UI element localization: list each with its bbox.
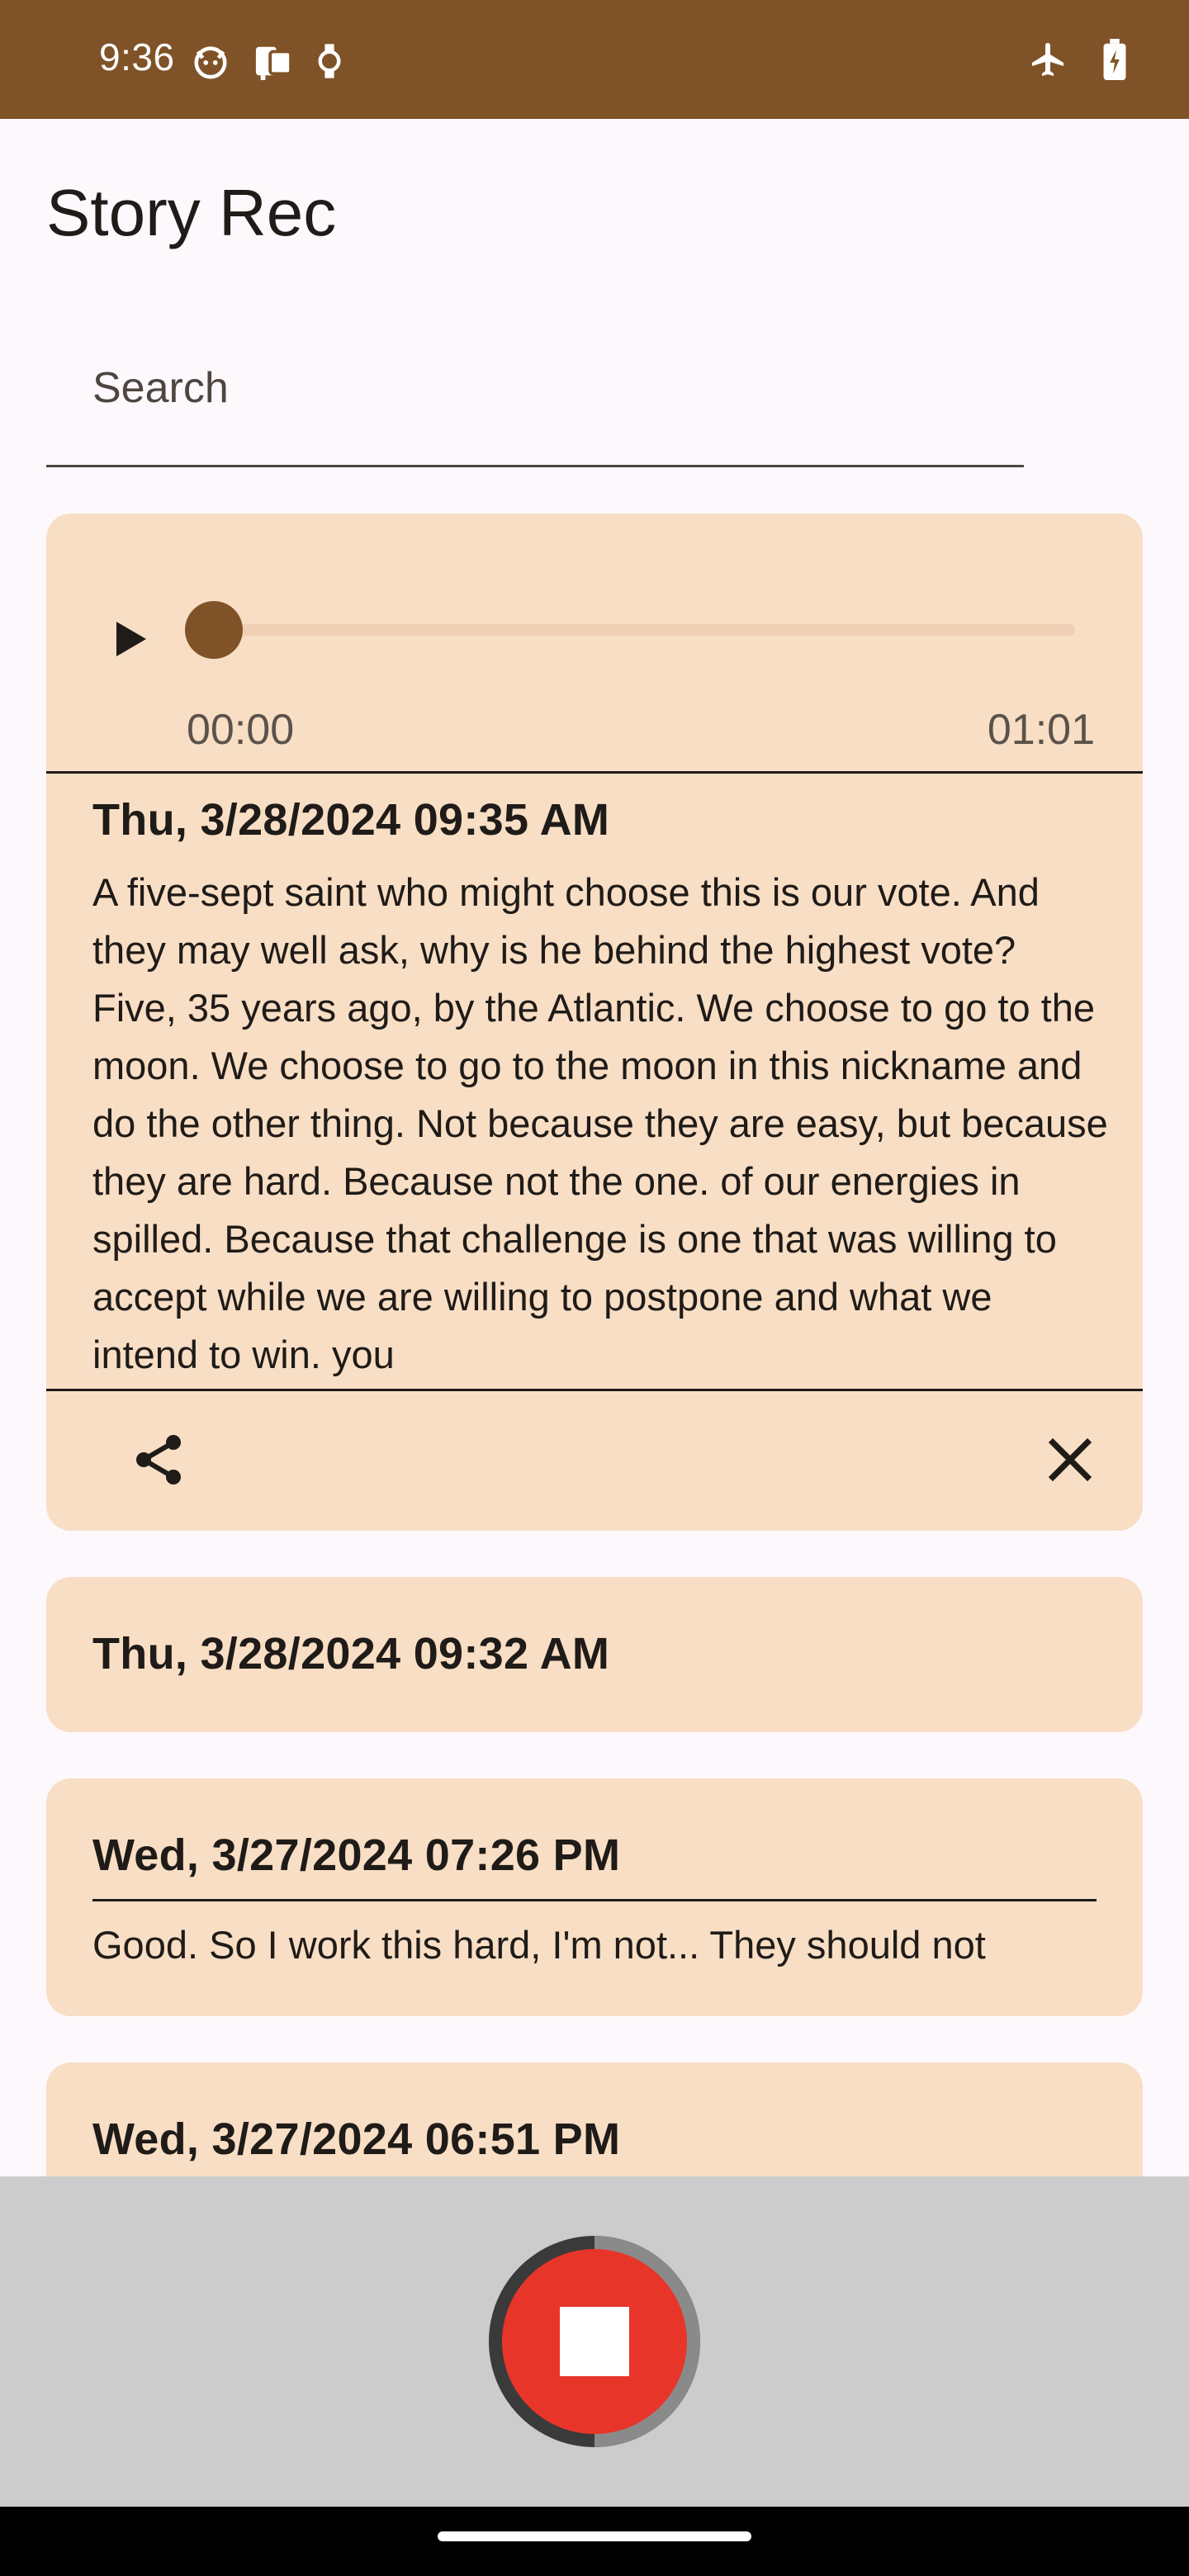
- search-input[interactable]: [92, 355, 1001, 421]
- recording-title: Thu, 3/28/2024 09:32 AM: [92, 1629, 610, 1679]
- recording-title: Wed, 3/27/2024 07:26 PM: [92, 1830, 621, 1880]
- close-button[interactable]: [1040, 1430, 1100, 1489]
- search-field[interactable]: [46, 317, 1024, 467]
- status-icons-left: [192, 40, 342, 83]
- total-time: 01:01: [987, 706, 1095, 754]
- recording-title: Wed, 3/27/2024 06:51 PM: [92, 2114, 621, 2164]
- recording-card[interactable]: Thu, 3/28/2024 09:32 AM: [46, 1577, 1143, 1732]
- recording-card[interactable]: Wed, 3/27/2024 07:26 PM Good. So I work …: [46, 1778, 1143, 2016]
- divider: [46, 1389, 1143, 1391]
- watch-icon: [317, 42, 342, 80]
- transcript-text: A five-sept saint who might choose this …: [92, 870, 1108, 1376]
- recording-title: Thu, 3/28/2024 09:35 AM: [92, 795, 610, 845]
- share-icon: [136, 1435, 181, 1485]
- app-title: Story Rec: [46, 176, 337, 249]
- system-nav-bar: [0, 2507, 1189, 2576]
- current-time: 00:00: [187, 706, 295, 754]
- status-time: 9:36: [99, 36, 175, 78]
- divider: [46, 771, 1143, 774]
- devices-icon: [253, 42, 294, 80]
- home-handle[interactable]: [438, 2531, 751, 2541]
- divider: [92, 1899, 1097, 1901]
- status-bar: 9:36: [0, 0, 1189, 119]
- playback-slider-thumb[interactable]: [185, 601, 243, 659]
- playback-slider-track[interactable]: [208, 624, 1075, 636]
- recording-card-expanded[interactable]: 00:00 01:01 Thu, 3/28/2024 09:35 AM A fi…: [46, 514, 1143, 1531]
- stop-icon: [489, 2236, 700, 2447]
- close-icon: [1048, 1437, 1092, 1482]
- record-panel: [0, 2176, 1189, 2507]
- stop-recording-button[interactable]: [487, 2234, 702, 2449]
- play-button[interactable]: [99, 609, 159, 669]
- cat-face-icon: [192, 42, 230, 80]
- play-icon: [116, 622, 146, 656]
- transcript-snippet: Good. So I work this hard, I'm not... Th…: [92, 1923, 986, 1967]
- battery-charging-icon: [1103, 39, 1126, 80]
- share-button[interactable]: [129, 1430, 188, 1489]
- status-icons-right: [1029, 38, 1126, 81]
- airplane-mode-icon: [1029, 40, 1068, 79]
